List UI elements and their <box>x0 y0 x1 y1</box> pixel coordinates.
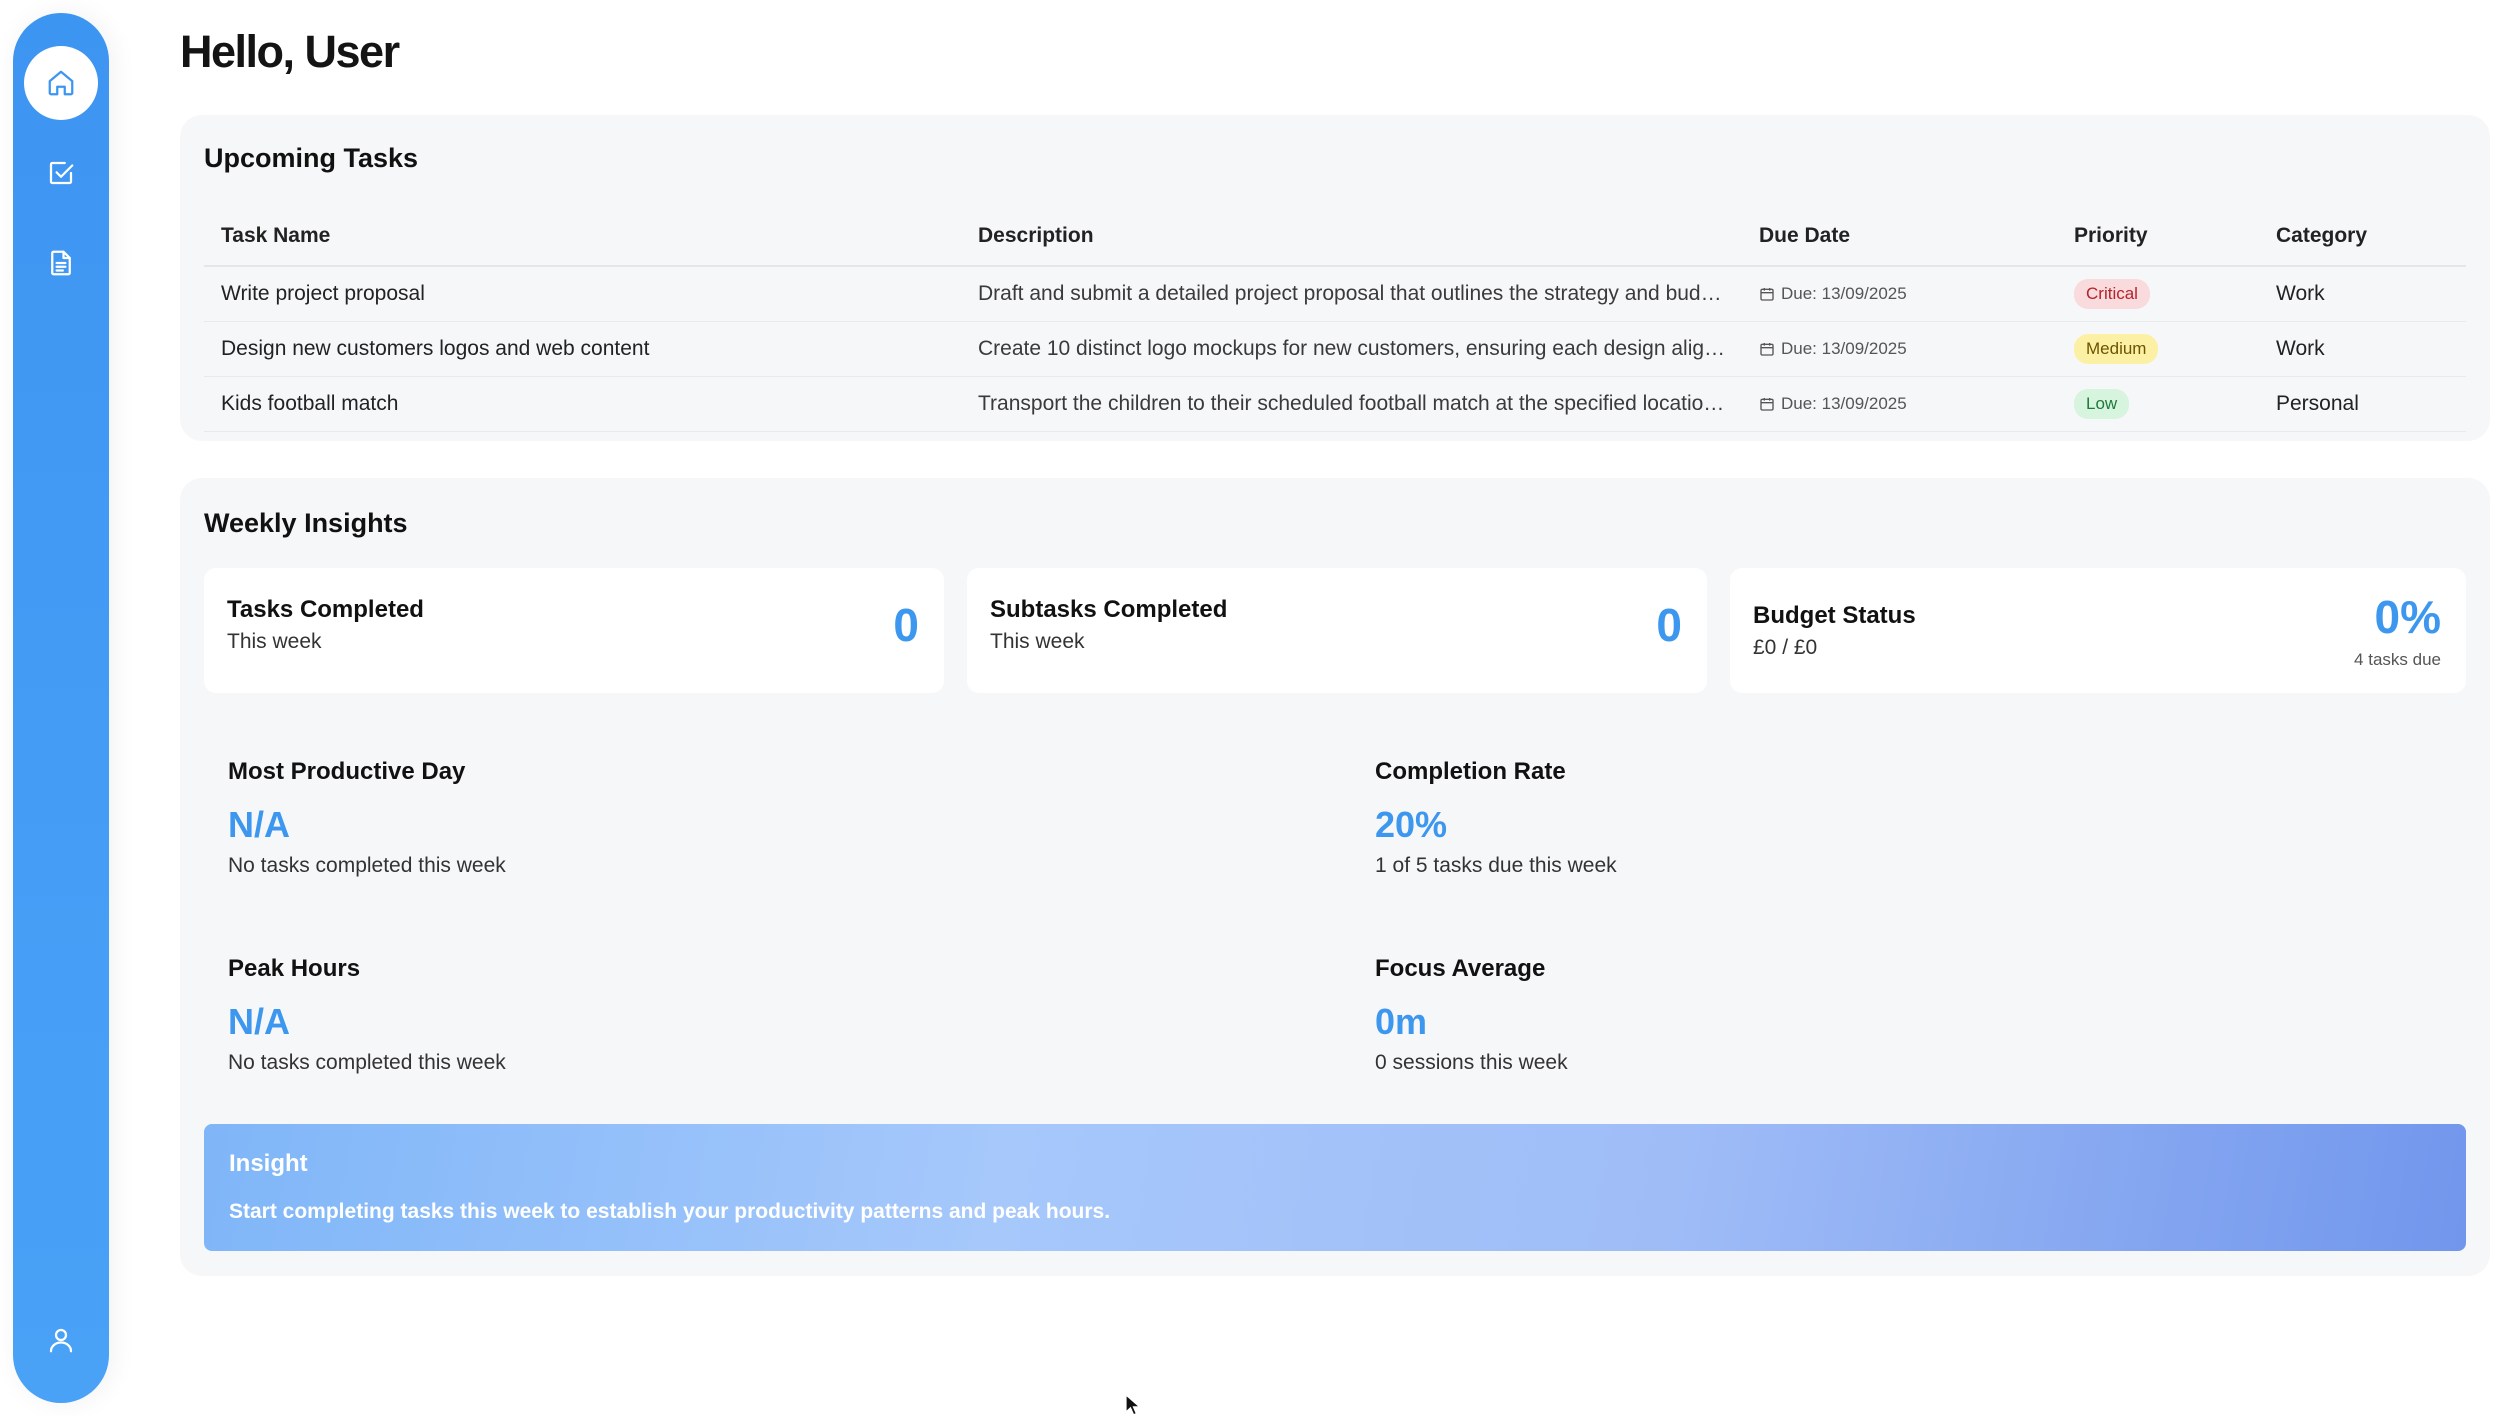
task-due-date-cell: Due: 13/09/2025 <box>1759 267 2059 321</box>
upcoming-tasks-panel: Upcoming Tasks Task Name Description Due… <box>180 115 2490 441</box>
tasks-table: Task Name Description Due Date Priority … <box>204 207 2466 432</box>
nav-home-button[interactable] <box>24 46 98 120</box>
task-category: Work <box>2276 337 2325 360</box>
task-name: Kids football match <box>221 392 399 415</box>
calendar-icon <box>1760 343 1774 356</box>
task-description: Transport the children to their schedule… <box>978 392 1725 415</box>
weekly-insights-panel: Weekly Insights Tasks Completed This wee… <box>180 478 2490 1276</box>
task-priority-cell: Medium <box>2074 322 2264 376</box>
task-priority-cell: Low <box>2074 377 2264 431</box>
sidebar <box>13 13 109 1403</box>
insight-banner: Insight Start completing tasks this week… <box>204 1124 2466 1251</box>
task-description-cell: Transport the children to their schedule… <box>978 377 1738 431</box>
metric-value: N/A <box>228 1001 290 1042</box>
most-productive-day-metric: Most Productive Day N/A No tasks complet… <box>228 758 506 878</box>
task-priority-cell: Critical <box>2074 267 2264 321</box>
table-row[interactable]: Write project proposal Draft and submit … <box>204 267 2466 322</box>
metric-title: Peak Hours <box>228 955 361 982</box>
task-name: Write project proposal <box>221 282 425 305</box>
completion-rate-metric: Completion Rate 20% 1 of 5 tasks due thi… <box>1375 758 1617 878</box>
stat-value: 0 <box>1656 599 1682 651</box>
priority-badge-medium: Medium <box>2074 334 2159 364</box>
task-description: Draft and submit a detailed project prop… <box>978 282 1722 305</box>
calendar-icon <box>1760 398 1774 411</box>
task-description-cell: Create 10 distinct logo mockups for new … <box>978 322 1738 376</box>
document-icon <box>51 250 71 276</box>
stat-value: 0 <box>893 599 919 651</box>
metric-title: Most Productive Day <box>228 758 466 785</box>
stat-subtitle: This week <box>227 630 322 653</box>
table-row[interactable]: Kids football match Transport the childr… <box>204 377 2466 432</box>
upcoming-tasks-title: Upcoming Tasks <box>204 143 419 173</box>
weekly-insights-title: Weekly Insights <box>204 508 408 538</box>
stat-value: 0% <box>2374 591 2441 643</box>
nav-documents-button[interactable] <box>24 226 98 300</box>
metric-subtitle: 0 sessions this week <box>1375 1051 1568 1074</box>
metric-subtitle: 1 of 5 tasks due this week <box>1375 854 1617 877</box>
user-icon <box>49 1328 73 1353</box>
nav-tasks-button[interactable] <box>24 136 98 210</box>
calendar-icon <box>1760 288 1774 301</box>
peak-hours-metric: Peak Hours N/A No tasks completed this w… <box>228 955 506 1075</box>
priority-badge-critical: Critical <box>2074 279 2150 309</box>
task-description: Create 10 distinct logo mockups for new … <box>978 337 1726 360</box>
stat-title: Subtasks Completed <box>990 596 1228 623</box>
task-category: Work <box>2276 282 2325 305</box>
column-header-category[interactable]: Category <box>2276 207 2466 265</box>
column-header-description[interactable]: Description <box>978 207 1738 265</box>
table-header: Task Name Description Due Date Priority … <box>204 207 2466 267</box>
budget-status-card: Budget Status £0 / £0 0% 4 tasks due <box>1730 568 2466 693</box>
focus-average-metric: Focus Average 0m 0 sessions this week <box>1375 955 1568 1075</box>
subtasks-completed-card: Subtasks Completed This week 0 <box>967 568 1707 693</box>
metric-value: 20% <box>1375 804 1448 845</box>
insight-text: Start completing tasks this week to esta… <box>229 1200 1111 1223</box>
task-category: Personal <box>2276 392 2359 415</box>
stat-title: Tasks Completed <box>227 596 424 623</box>
stat-title: Budget Status <box>1753 602 1916 629</box>
column-header-due-date[interactable]: Due Date <box>1759 207 2059 265</box>
task-due-date-cell: Due: 13/09/2025 <box>1759 322 2059 376</box>
task-due-date: Due: 13/09/2025 <box>1781 339 1907 358</box>
task-due-date-cell: Due: 13/09/2025 <box>1759 377 2059 431</box>
table-row[interactable]: Design new customers logos and web conte… <box>204 322 2466 377</box>
insight-title: Insight <box>229 1150 308 1177</box>
stat-subtitle: £0 / £0 <box>1753 636 1818 659</box>
metric-value: 0m <box>1375 1001 1428 1042</box>
checkbox-icon <box>49 161 74 185</box>
metric-value: N/A <box>228 804 290 845</box>
tasks-completed-card: Tasks Completed This week 0 <box>204 568 944 693</box>
metric-title: Completion Rate <box>1375 758 1566 785</box>
task-due-date: Due: 13/09/2025 <box>1781 394 1907 413</box>
task-due-date: Due: 13/09/2025 <box>1781 284 1907 303</box>
metric-subtitle: No tasks completed this week <box>228 1051 506 1074</box>
metric-subtitle: No tasks completed this week <box>228 854 506 877</box>
task-description-cell: Draft and submit a detailed project prop… <box>978 267 1738 321</box>
task-name: Design new customers logos and web conte… <box>221 337 650 360</box>
nav-profile-button[interactable] <box>24 1303 98 1377</box>
mouse-cursor-icon <box>1125 1394 1142 1416</box>
column-header-task-name[interactable]: Task Name <box>221 207 961 265</box>
priority-badge-low: Low <box>2074 389 2130 419</box>
home-icon <box>48 70 74 96</box>
stat-subtitle: This week <box>990 630 1085 653</box>
metric-title: Focus Average <box>1375 955 1546 982</box>
stat-note: 4 tasks due <box>2354 650 2441 669</box>
page-title: Hello, User <box>180 26 400 77</box>
column-header-priority[interactable]: Priority <box>2074 207 2264 265</box>
